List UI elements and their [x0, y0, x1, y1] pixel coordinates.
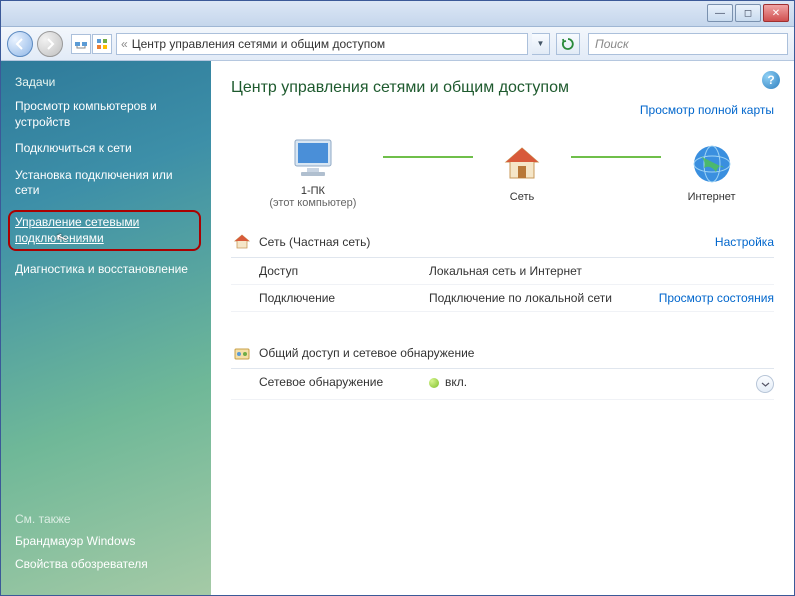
- house-small-icon: [231, 231, 253, 253]
- expand-button[interactable]: [756, 375, 774, 393]
- network-section-header: Сеть (Частная сеть) Настройка: [231, 227, 774, 258]
- sidebar: Задачи Просмотр компьютеров и устройств …: [1, 61, 211, 595]
- address-bar[interactable]: « Центр управления сетями и общим доступ…: [116, 33, 528, 55]
- titlebar: — ◻ ✕: [1, 1, 794, 27]
- see-also-heading: См. также: [15, 512, 197, 526]
- network-section-title: Сеть (Частная сеть): [259, 235, 715, 249]
- arrow-right-icon: [44, 38, 56, 50]
- sharing-icon: [231, 342, 253, 364]
- forward-button[interactable]: [37, 31, 63, 57]
- see-also-section: См. также Брандмауэр Windows Свойства об…: [15, 512, 197, 581]
- search-input[interactable]: Поиск: [588, 33, 788, 55]
- discovery-label: Сетевое обнаружение: [259, 375, 429, 393]
- connection-label: Подключение: [259, 291, 429, 305]
- task-view-computers[interactable]: Просмотр компьютеров и устройств: [15, 99, 197, 130]
- network-map: 1-ПК (этот компьютер) Сеть Интернет: [231, 125, 774, 213]
- task-manage-connections[interactable]: Управление сетевыми подключениями ↖: [8, 210, 201, 251]
- node-internet: Интернет: [688, 139, 736, 203]
- network-places-icon[interactable]: [71, 34, 91, 54]
- search-placeholder: Поиск: [595, 37, 629, 51]
- help-icon[interactable]: ?: [762, 71, 780, 89]
- settings-link[interactable]: Настройка: [715, 235, 774, 249]
- status-on-icon: [429, 378, 439, 388]
- page-title: Центр управления сетями и общим доступом: [231, 79, 774, 97]
- monitor-icon: [269, 133, 356, 183]
- view-full-map-link[interactable]: Просмотр полной карты: [231, 103, 774, 117]
- globe-icon: [688, 139, 736, 189]
- content-pane: ? Центр управления сетями и общим доступ…: [211, 61, 794, 595]
- toolbar: « Центр управления сетями и общим доступ…: [1, 27, 794, 61]
- house-icon: [500, 139, 544, 189]
- internet-label: Интернет: [688, 191, 736, 203]
- task-connect-network[interactable]: Подключиться к сети: [15, 141, 197, 157]
- chevron-down-icon: [761, 380, 770, 389]
- window-frame: — ◻ ✕ « Центр управления сетями и общим …: [0, 0, 795, 596]
- address-dropdown-button[interactable]: ▼: [532, 33, 550, 55]
- see-also-firewall[interactable]: Брандмауэр Windows: [15, 534, 197, 550]
- connection-line-1: [383, 156, 473, 158]
- view-status-link[interactable]: Просмотр состояния: [659, 291, 774, 305]
- pc-label: 1-ПК: [269, 185, 356, 197]
- network-label: Сеть: [500, 191, 544, 203]
- minimize-button[interactable]: —: [707, 4, 733, 22]
- address-bar-text: Центр управления сетями и общим доступом: [132, 37, 386, 51]
- refresh-button[interactable]: [556, 33, 580, 55]
- back-button[interactable]: [7, 31, 33, 57]
- connection-line-2: [571, 156, 661, 158]
- maximize-button[interactable]: ◻: [735, 4, 761, 22]
- breadcrumb-icons: [71, 34, 112, 54]
- pc-sublabel: (этот компьютер): [269, 197, 356, 209]
- task-setup-connection[interactable]: Установка подключения или сети: [15, 168, 197, 199]
- refresh-icon: [561, 37, 575, 51]
- sharing-section-header: Общий доступ и сетевое обнаружение: [231, 338, 774, 369]
- node-this-pc: 1-ПК (этот компьютер): [269, 133, 356, 209]
- connection-value: Подключение по локальной сети: [429, 291, 659, 305]
- tasks-heading: Задачи: [15, 75, 197, 89]
- close-button[interactable]: ✕: [763, 4, 789, 22]
- access-label: Доступ: [259, 264, 429, 278]
- node-network: Сеть: [500, 139, 544, 203]
- control-panel-icon[interactable]: [92, 34, 112, 54]
- detail-row-discovery: Сетевое обнаружение вкл.: [231, 369, 774, 400]
- see-also-internet-options[interactable]: Свойства обозревателя: [15, 557, 197, 573]
- detail-row-connection: Подключение Подключение по локальной сет…: [231, 285, 774, 312]
- discovery-value: вкл.: [429, 375, 756, 393]
- access-value: Локальная сеть и Интернет: [429, 264, 774, 278]
- detail-row-access: Доступ Локальная сеть и Интернет: [231, 258, 774, 285]
- arrow-left-icon: [14, 38, 26, 50]
- sharing-section-title: Общий доступ и сетевое обнаружение: [259, 346, 774, 360]
- task-diagnose-repair[interactable]: Диагностика и восстановление: [15, 262, 197, 278]
